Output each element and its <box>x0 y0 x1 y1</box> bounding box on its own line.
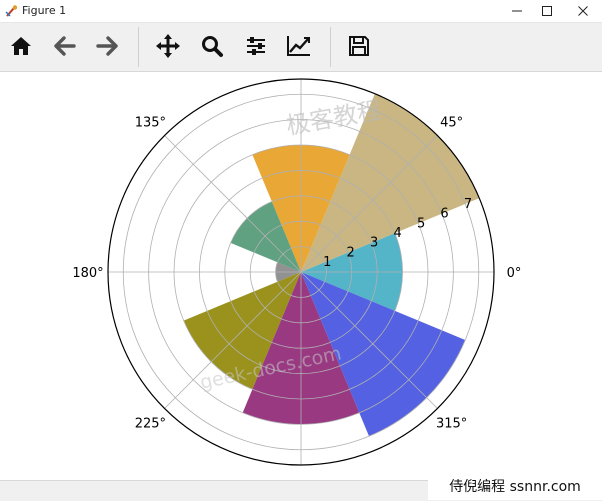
watermark-bottom-right: 侍倪编程 ssnnr.com <box>428 471 602 500</box>
toolbar-separator <box>138 27 139 67</box>
r-tick-label: 4 <box>393 226 401 241</box>
theta-tick-label: 315° <box>436 417 467 432</box>
polar-bar-chart: 极客教程 geek-docs.com 0°45°135°180°225° 315°… <box>72 78 522 466</box>
chart-line-icon <box>287 36 310 56</box>
r-tick-label: 3 <box>370 236 378 251</box>
r-tick-label: 7 <box>464 197 472 212</box>
theta-tick-label: 135° <box>135 115 166 130</box>
minimize-icon <box>512 10 522 12</box>
save-button[interactable] <box>346 33 372 59</box>
pan-button[interactable] <box>155 33 181 59</box>
forward-button[interactable] <box>94 33 120 59</box>
theta-tick-label: 45° <box>440 115 463 130</box>
minimize-button[interactable] <box>500 0 534 22</box>
navigation-toolbar <box>0 23 602 72</box>
configure-subplots-button[interactable] <box>243 33 269 59</box>
sliders-icon <box>247 37 265 55</box>
r-tick-label: 1 <box>323 255 331 270</box>
arrow-left-icon <box>54 36 76 56</box>
r-tick-label: 2 <box>347 245 355 260</box>
app-icon <box>5 5 18 17</box>
home-button[interactable] <box>8 33 34 59</box>
close-button[interactable] <box>566 0 600 22</box>
r-tick-label: 5 <box>417 216 425 231</box>
window-title: Figure 1 <box>22 4 67 17</box>
back-button[interactable] <box>52 33 78 59</box>
theta-tick-label: 225° <box>135 417 166 432</box>
window-titlebar: Figure 1 <box>0 0 602 23</box>
zoom-button[interactable] <box>199 33 225 59</box>
home-icon <box>11 37 31 55</box>
maximize-icon <box>542 6 552 16</box>
theta-tick-label: 180° <box>72 266 103 281</box>
magnifier-icon <box>202 36 223 57</box>
close-icon <box>578 6 588 16</box>
toolbar-separator <box>330 27 331 67</box>
maximize-button[interactable] <box>530 0 564 22</box>
edit-axis-button[interactable] <box>286 33 312 59</box>
move-icon <box>156 34 180 58</box>
figure-canvas[interactable]: 极客教程 geek-docs.com 0° 45° 135° 180° 225° 315°… <box>0 72 602 480</box>
arrow-right-icon <box>96 36 118 56</box>
theta-tick-label: 0° <box>507 266 522 281</box>
r-tick-label: 6 <box>440 207 448 222</box>
floppy-disk-icon <box>349 36 369 56</box>
